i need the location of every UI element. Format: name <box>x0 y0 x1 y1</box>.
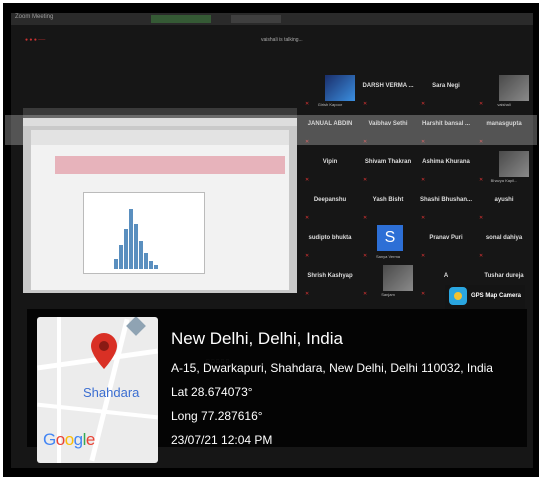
muted-mic-icon: ✕ <box>421 215 426 221</box>
participant-tile[interactable]: sudipto bhukta ✕ <box>301 223 359 259</box>
muted-mic-icon: ✕ <box>363 177 368 183</box>
participant-name: DARSH VERMA ... <box>362 83 414 89</box>
participant-name: Shashi Bhushan... <box>419 197 472 203</box>
participant-name: Shivam Thakran <box>364 159 412 165</box>
notebook-page <box>31 130 289 290</box>
google-logo: Google <box>43 430 95 449</box>
participant-name: sonal dahiya <box>485 235 523 241</box>
muted-mic-icon: ✕ <box>421 253 426 259</box>
screen-glare <box>5 115 537 145</box>
participant-name: Vipin <box>322 159 338 165</box>
photo-frame: Zoom Meeting ● ● ● ── vaishali is talkin… <box>3 3 539 477</box>
muted-mic-icon: ✕ <box>479 101 484 107</box>
participant-tile[interactable]: DARSH VERMA ... ✕ <box>359 71 417 107</box>
avatar <box>499 151 529 177</box>
participant-tile[interactable]: Sara Negi ✕ <box>417 71 475 107</box>
participant-name: sudipto bhukta <box>308 235 352 241</box>
muted-mic-icon: ✕ <box>305 253 310 259</box>
camera-icon <box>449 287 467 305</box>
participant-name: Yash Bisht <box>372 197 404 203</box>
error-cell <box>55 156 285 174</box>
location-pin-icon <box>91 333 117 369</box>
map-city-label: Shahdara <box>83 385 140 400</box>
avatar <box>499 75 529 101</box>
participant-name: Deepanshu <box>313 197 347 203</box>
avatar <box>325 75 355 101</box>
muted-mic-icon: ✕ <box>421 291 426 297</box>
participant-tile[interactable]: Shivam Thakran ✕ <box>359 147 417 183</box>
muted-mic-icon: ✕ <box>305 177 310 183</box>
tab-gray[interactable] <box>231 15 281 23</box>
muted-mic-icon: ✕ <box>363 215 368 221</box>
gps-latitude: Lat 28.674073° <box>171 385 253 399</box>
histogram-plot <box>83 192 205 274</box>
participant-name: A <box>443 273 449 279</box>
active-speaker: vaishali is talking... <box>261 37 303 43</box>
participant-name: Sara Negi <box>432 83 460 89</box>
participant-name: Pranav Puri <box>429 235 463 241</box>
participant-name: vaishali <box>497 102 511 107</box>
gps-address: A-15, Dwarkapuri, Shahdara, New Delhi, D… <box>171 361 493 375</box>
participant-name: ayushi <box>494 197 514 203</box>
participant-tile[interactable]: S Sanya Verma ✕ <box>359 223 417 259</box>
menu-strip: ● ● ● ── <box>25 37 46 43</box>
tab-green[interactable] <box>151 15 211 23</box>
gps-city: New Delhi, Delhi, India <box>171 329 343 348</box>
muted-mic-icon: ✕ <box>363 253 368 259</box>
muted-mic-icon: ✕ <box>479 215 484 221</box>
participant-name: Tushar dureja <box>484 273 524 279</box>
app-title: Zoom Meeting <box>15 14 54 20</box>
participant-tile[interactable]: Pranav Puri ✕ <box>417 223 475 259</box>
participant-name: Ashima Khurana <box>422 159 470 165</box>
muted-mic-icon: ✕ <box>421 177 426 183</box>
participant-tile[interactable]: sonal dahiya ✕ <box>475 223 533 259</box>
gps-longitude: Long 77.287616° <box>171 409 263 423</box>
avatar: S <box>377 225 403 251</box>
participant-tile[interactable]: Sanjam ✕ <box>359 261 417 297</box>
mini-map: Shahdara Google <box>37 317 158 463</box>
gps-camera-badge: GPS Map Camera <box>445 285 525 309</box>
gps-overlay: GPS Map Camera Shahdara Google New Delhi… <box>27 285 527 463</box>
participant-name: Sanjam <box>381 292 395 297</box>
muted-mic-icon: ✕ <box>363 291 368 297</box>
badge-label: GPS Map Camera <box>471 293 522 299</box>
participant-tile[interactable]: Shrish Kashyap ✕ <box>301 261 359 297</box>
gps-datetime: 23/07/21 12:04 PM <box>171 433 273 447</box>
participant-tile[interactable]: Shashi Bhushan... ✕ <box>417 185 475 221</box>
window-titlebar: Zoom Meeting <box>11 13 533 25</box>
participant-name: Sanya Verma <box>375 254 400 259</box>
muted-mic-icon: ✕ <box>305 291 310 297</box>
participant-tile[interactable]: Bhavya Kapil... ✕ <box>475 147 533 183</box>
participant-name: Girish Kapoor <box>317 102 343 107</box>
participant-tile[interactable]: Ashima Khurana ✕ <box>417 147 475 183</box>
muted-mic-icon: ✕ <box>479 177 484 183</box>
participant-tile[interactable]: Yash Bisht ✕ <box>359 185 417 221</box>
participant-name: Shrish Kashyap <box>307 273 353 279</box>
participant-name: Bhavya Kapil... <box>490 178 518 183</box>
avatar <box>383 265 413 291</box>
muted-mic-icon: ✕ <box>305 101 310 107</box>
muted-mic-icon: ✕ <box>363 101 368 107</box>
muted-mic-icon: ✕ <box>305 215 310 221</box>
participant-tile[interactable]: ayushi ✕ <box>475 185 533 221</box>
muted-mic-icon: ✕ <box>421 101 426 107</box>
muted-mic-icon: ✕ <box>479 253 484 259</box>
participant-tile[interactable]: Deepanshu ✕ <box>301 185 359 221</box>
participant-tile[interactable]: Vipin ✕ <box>301 147 359 183</box>
participant-tile[interactable]: Girish Kapoor ✕ <box>301 71 359 107</box>
participant-tile[interactable]: vaishali ✕ <box>475 71 533 107</box>
